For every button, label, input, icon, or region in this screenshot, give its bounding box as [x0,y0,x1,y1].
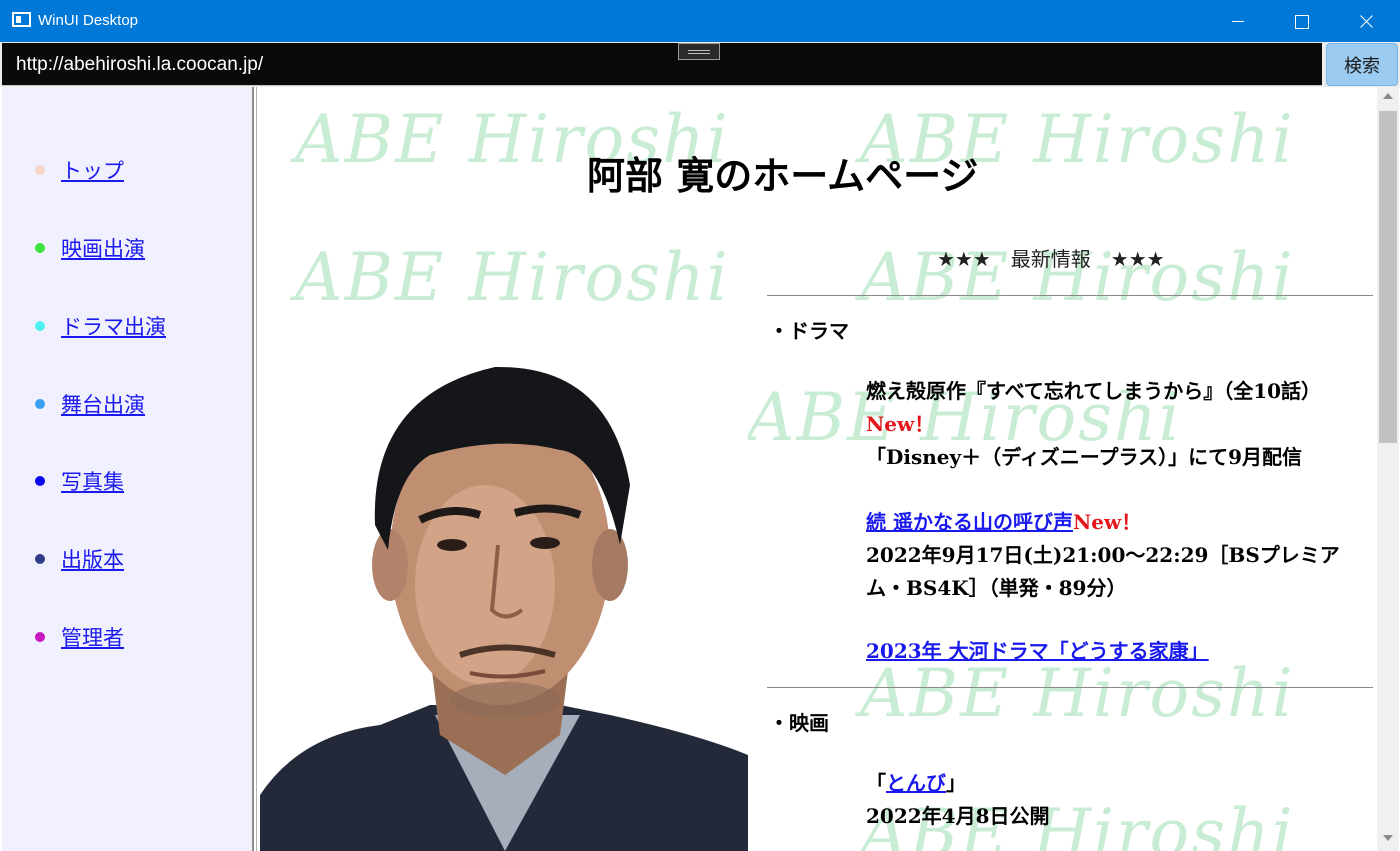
bracket-open: 「 [866,771,886,795]
drama-section-heading: ・ドラマ [769,319,849,343]
movie-release-date: 2022年4月8日公開 [866,804,1050,828]
sidebar-link-admin[interactable]: 管理者 [61,622,124,652]
minimize-icon[interactable] [1206,0,1270,42]
bullet-icon [35,165,45,175]
bracket-close: 」 [946,771,966,795]
movie-link-tonbi[interactable]: とんび [886,771,946,795]
drama-item-platform: 「Disney＋（ディズニープラス）」にて9月配信 [866,445,1303,469]
sidebar-item-photobooks[interactable]: 写真集 [2,461,252,501]
movie-section-heading: ・映画 [769,711,829,735]
main-content: ABE Hiroshi ABE Hiroshi ABE Hiroshi ABE … [257,87,1377,851]
sidebar-item-stage[interactable]: 舞台出演 [2,384,252,424]
drama-news-item-1: 燃え殻原作『すべて忘れてしまうから』（全10話） New！ 「Disney＋（ディ… [866,375,1361,474]
title-bar: WinUI Desktop [0,0,1400,42]
search-button[interactable]: 検索 [1326,43,1398,86]
page-title: 阿部 寛のホームページ [587,154,979,198]
watermark-text: ABE Hiroshi [295,239,730,316]
address-bar: 検索 [0,42,1400,87]
sidebar-item-top[interactable]: トップ [2,150,252,190]
drama-link-taiga[interactable]: 2023年 大河ドラマ「どうする家康」 [866,639,1209,663]
sidebar-item-movies[interactable]: 映画出演 [2,228,252,268]
maximize-icon[interactable] [1270,0,1334,42]
app-window-icon [12,12,31,27]
bullet-icon [35,554,45,564]
window-title: WinUI Desktop [38,12,139,29]
drama-item-title: 燃え殻原作『すべて忘れてしまうから』（全10話） [866,379,1322,403]
sidebar-link-top[interactable]: トップ [61,155,124,185]
sidebar-link-movies[interactable]: 映画出演 [61,233,145,263]
url-input[interactable] [2,43,1322,86]
bullet-icon [35,399,45,409]
sidebar-item-admin[interactable]: 管理者 [2,617,252,657]
drama-news-item-2: 続 遥かなる山の呼び声New！ 2022年9月17日(土)21:00〜22:29… [866,506,1361,605]
scroll-down-icon[interactable] [1383,835,1393,841]
sidebar-link-photobooks[interactable]: 写真集 [61,466,124,496]
vertical-scrollbar[interactable] [1377,87,1399,851]
drama-news-item-3: 2023年 大河ドラマ「どうする家康」 [866,635,1361,668]
sidebar-link-dramas[interactable]: ドラマ出演 [61,311,166,341]
bullet-icon [35,243,45,253]
sidebar-item-dramas[interactable]: ドラマ出演 [2,306,252,346]
scroll-thumb[interactable] [1379,111,1397,443]
latest-news-header: ★★★ 最新情報 ★★★ [937,247,1165,271]
scroll-up-icon[interactable] [1383,93,1393,99]
new-badge: New！ [866,412,935,436]
bullet-icon [35,321,45,331]
bullet-icon [35,476,45,486]
section-divider [767,687,1373,688]
drag-handle-icon[interactable] [678,43,720,60]
close-icon[interactable] [1334,0,1398,42]
sidebar-item-publications[interactable]: 出版本 [2,539,252,579]
movie-news-item-1: 「とんび」 2022年4月8日公開 [866,767,1361,833]
section-divider [767,295,1373,296]
sidebar-link-stage[interactable]: 舞台出演 [61,389,145,419]
new-badge: New！ [1072,510,1142,534]
portrait-photo [260,355,748,851]
drama-link-haruka[interactable]: 続 遥かなる山の呼び声 [866,510,1073,534]
drama-item-broadcast: 2022年9月17日(土)21:00〜22:29［BSプレミアム・BS4K］（単… [866,543,1340,600]
sidebar-nav: トップ 映画出演 ドラマ出演 舞台出演 写真集 出版本 管理者 [2,87,252,851]
sidebar-link-publications[interactable]: 出版本 [61,544,124,574]
bullet-icon [35,632,45,642]
